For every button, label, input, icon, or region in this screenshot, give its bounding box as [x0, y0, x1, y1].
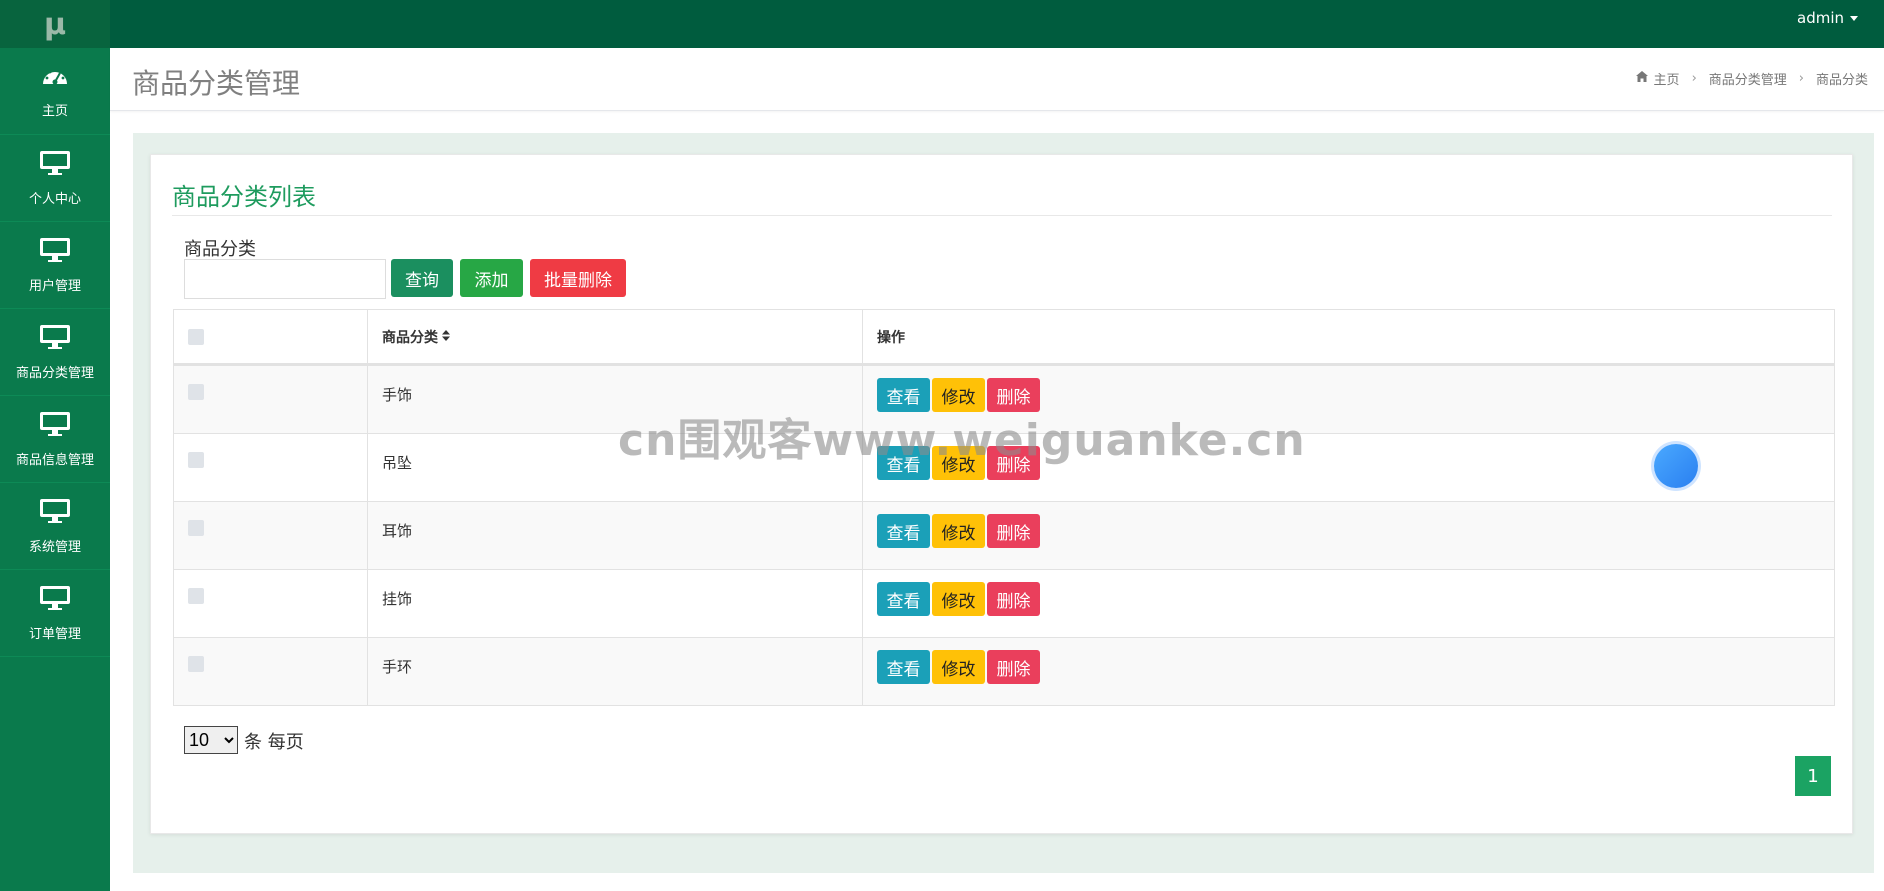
checkbox-cell	[174, 638, 368, 705]
sidebar-item-label: 系统管理	[28, 539, 81, 555]
checkbox-cell	[174, 570, 368, 637]
delete-button[interactable]: 删除	[987, 514, 1040, 548]
row-checkbox[interactable]	[188, 520, 204, 536]
sidebar-item-products[interactable]: 商品信息管理	[0, 396, 110, 483]
row-checkbox[interactable]	[188, 656, 204, 672]
view-button[interactable]: 查看	[877, 650, 930, 684]
column-header-actions: 操作	[863, 310, 1834, 363]
checkbox-cell	[174, 434, 368, 501]
sidebar-item-system[interactable]: 系统管理	[0, 483, 110, 570]
user-menu[interactable]: admin	[1797, 9, 1858, 27]
edit-button[interactable]: 修改	[932, 514, 985, 548]
delete-button[interactable]: 删除	[987, 650, 1040, 684]
page-header: 商品分类管理 主页 › 商品分类管理 › 商品分类	[110, 48, 1884, 111]
column-header-label: 操作	[877, 329, 905, 346]
sidebar-item-category[interactable]: 商品分类管理	[0, 309, 110, 396]
sidebar-item-label: 个人中心	[28, 191, 81, 207]
monitor-icon	[39, 498, 71, 528]
sidebar-item-label: 主页	[41, 103, 68, 119]
header-checkbox-cell	[174, 310, 368, 363]
actions-cell: 查看 修改 删除	[863, 638, 1834, 705]
watermark: cn围观客www.weiguanke.cn	[618, 415, 1306, 466]
actions-cell: 查看 修改 删除	[863, 502, 1834, 569]
view-button[interactable]: 查看	[877, 582, 930, 616]
edit-button[interactable]: 修改	[932, 650, 985, 684]
sidebar-item-profile[interactable]: 个人中心	[0, 135, 110, 222]
checkbox-cell	[174, 502, 368, 569]
sidebar-item-orders[interactable]: 订单管理	[0, 570, 110, 657]
panel-title: 商品分类列表	[172, 183, 316, 211]
sidebar-item-home[interactable]: 主页	[0, 48, 110, 135]
sidebar-item-label: 用户管理	[28, 278, 81, 294]
category-cell: 手环	[368, 638, 863, 705]
divider	[172, 215, 1832, 216]
page-1-button[interactable]: 1	[1795, 756, 1831, 796]
table-row: 挂饰 查看 修改 删除	[174, 569, 1834, 637]
row-checkbox[interactable]	[188, 384, 204, 400]
add-button[interactable]: 添加	[460, 259, 523, 297]
caret-down-icon	[1850, 16, 1858, 21]
per-page-select[interactable]: 10	[184, 726, 238, 754]
delete-button[interactable]: 删除	[987, 582, 1040, 616]
actions-cell: 查看 修改 删除	[863, 570, 1834, 637]
sidebar-item-label: 商品信息管理	[15, 452, 94, 468]
category-cell: 耳饰	[368, 502, 863, 569]
column-header-category[interactable]: 商品分类	[368, 310, 863, 363]
edit-button[interactable]: 修改	[932, 582, 985, 616]
category-table: 商品分类 操作 手饰 查看 修改 删除 吊坠 查看 修改 删除 耳饰 查看 修改…	[173, 309, 1835, 706]
select-all-checkbox[interactable]	[188, 328, 204, 345]
category-cell: 挂饰	[368, 570, 863, 637]
batch-delete-button[interactable]: 批量删除	[530, 259, 626, 297]
per-page-label: 条 每页	[244, 732, 304, 753]
monitor-icon	[39, 585, 71, 615]
search-label: 商品分类	[184, 239, 256, 260]
row-actions: 查看 修改 删除	[877, 514, 1042, 548]
home-icon	[1635, 71, 1648, 86]
monitor-icon	[39, 150, 71, 180]
chevron-right-icon: ›	[1798, 71, 1804, 86]
user-name: admin	[1797, 9, 1844, 27]
category-panel: 商品分类列表 商品分类 查询 添加 批量删除 商品分类 操作 手饰 查看 修改 …	[150, 154, 1853, 834]
checkbox-cell	[174, 366, 368, 433]
view-button[interactable]: 查看	[877, 514, 930, 548]
breadcrumb-home[interactable]: 主页	[1654, 69, 1680, 88]
row-checkbox[interactable]	[188, 452, 204, 468]
table-row: 耳饰 查看 修改 删除	[174, 501, 1834, 569]
sidebar: μ 主页 个人中心 用户管理 商品分类管理 商品信息管理 系统管理 订单管理	[0, 0, 110, 891]
breadcrumb: 主页 › 商品分类管理 › 商品分类	[1635, 69, 1868, 88]
monitor-icon	[39, 237, 71, 267]
floating-assistant-button[interactable]	[1654, 444, 1698, 488]
dashboard-icon	[40, 64, 70, 92]
monitor-icon	[39, 411, 71, 441]
monitor-icon	[39, 324, 71, 354]
table-row: 手环 查看 修改 删除	[174, 637, 1834, 705]
table-header-row: 商品分类 操作	[174, 310, 1834, 365]
row-actions: 查看 修改 删除	[877, 582, 1042, 616]
sidebar-item-label: 商品分类管理	[15, 365, 94, 381]
chevron-right-icon: ›	[1691, 71, 1697, 86]
breadcrumb-category-mgmt[interactable]: 商品分类管理	[1709, 69, 1787, 88]
topbar: admin	[110, 0, 1884, 48]
page-title: 商品分类管理	[132, 67, 301, 100]
row-actions: 查看 修改 删除	[877, 650, 1042, 684]
sidebar-item-label: 订单管理	[28, 626, 81, 642]
logo: μ	[0, 0, 110, 48]
category-search-input[interactable]	[184, 259, 386, 299]
sidebar-item-users[interactable]: 用户管理	[0, 222, 110, 309]
breadcrumb-current: 商品分类	[1815, 73, 1868, 88]
column-header-label: 商品分类	[382, 329, 438, 346]
query-button[interactable]: 查询	[391, 259, 453, 297]
row-checkbox[interactable]	[188, 588, 204, 604]
sort-icon	[442, 329, 450, 345]
